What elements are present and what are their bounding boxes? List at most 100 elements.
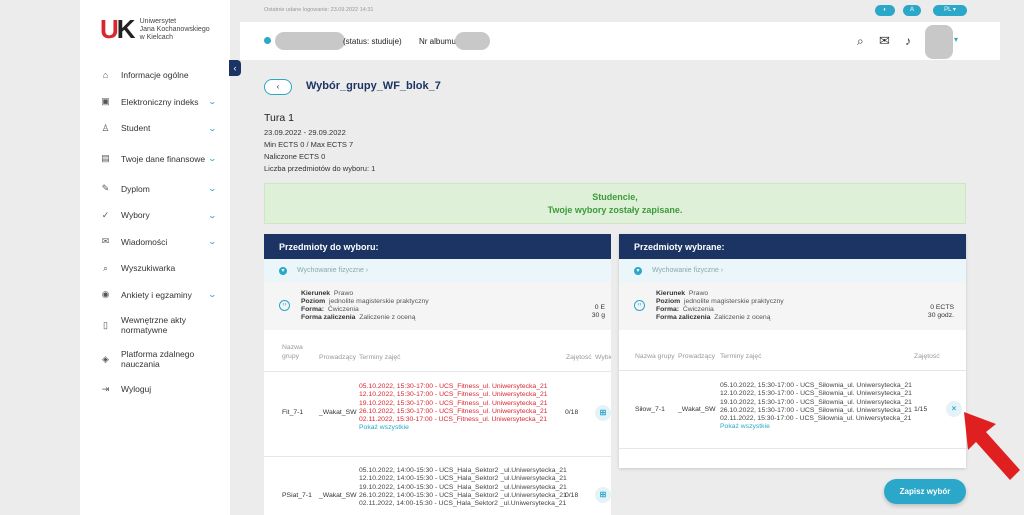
chevron-down-icon[interactable]: ⌄ bbox=[208, 124, 217, 133]
subject-name[interactable]: Wychowanie fizyczne › bbox=[652, 267, 723, 274]
panel-title: Przedmioty do wyboru: bbox=[264, 234, 611, 259]
logo-mark: UK bbox=[100, 14, 136, 44]
kierunek-value: Prawo bbox=[688, 290, 709, 297]
sidebar-item[interactable]: ⌂ Informacje ogólne bbox=[80, 62, 230, 89]
remove-group-button[interactable]: × bbox=[946, 401, 962, 417]
subject-name[interactable]: Wychowanie fizyczne › bbox=[297, 267, 368, 274]
col-group: Nazwa grupy bbox=[635, 353, 675, 360]
sidebar-item-label: Dyplom bbox=[121, 183, 150, 194]
home-icon: ⌂ bbox=[102, 69, 109, 80]
back-button[interactable]: ‹ bbox=[264, 79, 292, 95]
bell-icon[interactable]: ♪ bbox=[905, 34, 911, 48]
sidebar-item[interactable]: ⌕ Wyszukiwarka bbox=[80, 255, 230, 282]
chevron-down-icon[interactable]: ⌄ bbox=[208, 154, 217, 163]
sidebar: UK Uniwersytet Jana Kochanowskiego w Kie… bbox=[80, 0, 230, 515]
tour-dates: 23.09.2022 - 29.09.2022 bbox=[264, 128, 346, 137]
sidebar-item[interactable]: ✉ Wiadomości ⌄ bbox=[80, 229, 230, 256]
term: 05.10.2022, 14:00-15:30 - UCS_Hala_Sekto… bbox=[359, 467, 567, 474]
success-message: Studencie, Twoje wybory zostały zapisane… bbox=[264, 183, 966, 224]
term: 05.10.2022, 15:30-17:00 - UCS_Fitness_ul… bbox=[359, 383, 548, 390]
collapse-icon: ▾ bbox=[634, 266, 642, 275]
mail-icon: ✉ bbox=[101, 236, 110, 247]
font-size-toggle[interactable]: A bbox=[903, 5, 921, 16]
poziom-value: jednolite magisterskie praktyczny bbox=[328, 298, 429, 305]
kierunek-label: Kierunek bbox=[656, 290, 686, 297]
sidebar-item[interactable]: ▤ Twoje dane finansowe ⌄ bbox=[80, 142, 230, 176]
col-choose: Wybie bbox=[595, 354, 611, 361]
select-group-button[interactable]: ⊞ bbox=[595, 405, 611, 421]
show-all-link[interactable]: Pokaż wszystkie bbox=[720, 423, 912, 431]
id-card-icon: ▣ bbox=[101, 96, 110, 107]
col-terms: Terminy zajęć bbox=[359, 354, 401, 361]
subject-header[interactable]: ▾ Wychowanie fizyczne › bbox=[619, 259, 966, 282]
success-line-1: Studencie, bbox=[592, 192, 638, 202]
sidebar-item[interactable]: ◉ Ankiety i egzaminy ⌄ bbox=[80, 282, 230, 309]
sidebar-item[interactable]: ▯ Wewnętrzne akty normatywne bbox=[80, 308, 230, 342]
subject-header[interactable]: ▾ Wychowanie fizyczne › bbox=[264, 259, 611, 282]
selected-subjects-panel: Przedmioty wybrane: ▾ Wychowanie fizyczn… bbox=[619, 234, 966, 468]
chevron-down-icon[interactable]: ⌄ bbox=[208, 97, 217, 106]
sidebar-item[interactable]: ▣ Elektroniczny indeks ⌄ bbox=[80, 89, 230, 116]
document-icon: ▯ bbox=[103, 319, 108, 330]
available-subjects-panel: Przedmioty do wyboru: ▾ Wychowanie fizyc… bbox=[264, 234, 611, 515]
forma-label: Forma: bbox=[301, 306, 325, 313]
user-icon: ♙ bbox=[101, 122, 110, 133]
chevron-down-icon[interactable]: ⌄ bbox=[208, 211, 217, 220]
money-icon: ▤ bbox=[101, 153, 110, 163]
col-terms: Terminy zajęć bbox=[720, 353, 762, 360]
chevron-down-icon[interactable]: ⌄ bbox=[208, 237, 217, 246]
divider bbox=[619, 370, 966, 371]
language-select[interactable]: PL ▾ bbox=[933, 5, 967, 16]
term: 12.10.2022, 14:00-15:30 - UCS_Hala_Sekto… bbox=[359, 475, 567, 483]
contrast-toggle[interactable]: ◐ bbox=[875, 5, 895, 16]
subject-info: ‹› Kierunek Prawo Poziom jednolite magis… bbox=[264, 282, 611, 330]
chevron-down-icon[interactable]: ⌄ bbox=[208, 184, 217, 193]
sidebar-item-label: Elektroniczny indeks bbox=[121, 96, 199, 107]
sidebar-menu: ⌂ Informacje ogólne ▣ Elektroniczny indeks ⌄… bbox=[80, 62, 230, 403]
zaliczenie-label: Forma zaliczenia bbox=[656, 314, 711, 321]
save-choice-button[interactable]: Zapisz wybór bbox=[884, 479, 966, 504]
terms-list: 05.10.2022, 15:30-17:00 - UCS_Fitness_ul… bbox=[359, 383, 548, 433]
sidebar-collapse-button[interactable]: ‹ bbox=[229, 60, 241, 76]
ects-value: 0 E bbox=[594, 304, 605, 311]
sidebar-item-label: Student bbox=[121, 123, 151, 134]
logo-line-1: Uniwersytet bbox=[139, 17, 177, 25]
sidebar-item-label: Ankiety i egzaminy bbox=[121, 289, 192, 300]
group-name: Siłow_7-1 bbox=[635, 406, 665, 413]
sidebar-item[interactable]: ♙ Student ⌄ bbox=[80, 115, 230, 142]
check-icon: ✓ bbox=[101, 209, 110, 220]
avatar[interactable] bbox=[925, 25, 953, 59]
sidebar-item[interactable]: ✓ Wybory ⌄ bbox=[80, 202, 230, 229]
show-all-link[interactable]: Pokaż wszystkie bbox=[359, 424, 548, 432]
forma-value: Ćwiczenia bbox=[327, 306, 359, 313]
university-logo[interactable]: UK Uniwersytet Jana Kochanowskiego w Kie… bbox=[100, 14, 210, 45]
forma-label: Forma: bbox=[656, 306, 680, 313]
info-toggle-icon[interactable]: ‹› bbox=[279, 300, 290, 311]
select-group-button[interactable]: ⊞ bbox=[595, 487, 611, 503]
zaliczenie-value: Zaliczenie z oceną bbox=[714, 314, 771, 321]
sidebar-item[interactable]: ◈ Platforma zdalnego nauczania bbox=[80, 342, 230, 376]
tour-title: Tura 1 bbox=[264, 112, 294, 124]
sidebar-item[interactable]: ⇥ Wyloguj bbox=[80, 376, 230, 403]
lecturer: _Wakat_SW bbox=[678, 406, 716, 413]
sidebar-item[interactable]: ✎ Dyplom ⌄ bbox=[80, 176, 230, 203]
term: 26.10.2022, 14:00-15:30 - UCS_Hala_Sekto… bbox=[359, 491, 567, 499]
occupancy: 0/18 bbox=[565, 409, 579, 416]
ects-range: Min ECTS 0 / Max ECTS 7 bbox=[264, 140, 354, 149]
term: 02.11.2022, 14:00-15:30 - UCS_Hala_Sekto… bbox=[359, 500, 567, 508]
chevron-down-icon[interactable]: ⌄ bbox=[208, 290, 217, 299]
mail-icon[interactable]: ✉ bbox=[879, 33, 890, 49]
chevron-down-icon[interactable]: ▾ bbox=[954, 35, 958, 44]
term: 19.10.2022, 14:00-15:30 - UCS_Hala_Sekto… bbox=[359, 483, 567, 491]
zaliczenie-label: Forma zaliczenia bbox=[301, 314, 356, 321]
occupancy: 1/15 bbox=[914, 406, 928, 413]
student-name-redacted bbox=[275, 32, 345, 50]
platform-icon: ◈ bbox=[102, 353, 109, 364]
subjects-count: Liczba przedmiotów do wyboru: 1 bbox=[264, 164, 376, 173]
sidebar-item-label: Wiadomości bbox=[121, 236, 168, 247]
search-icon[interactable]: ⌕ bbox=[857, 34, 864, 49]
logo-line-3: w Kielcach bbox=[139, 33, 174, 41]
term: 12.10.2022, 15:30-17:00 - UCS_Siłownia_u… bbox=[720, 390, 912, 398]
term: 26.10.2022, 15:30-17:00 - UCS_Fitness_ul… bbox=[359, 407, 548, 415]
info-toggle-icon[interactable]: ‹› bbox=[634, 300, 645, 311]
